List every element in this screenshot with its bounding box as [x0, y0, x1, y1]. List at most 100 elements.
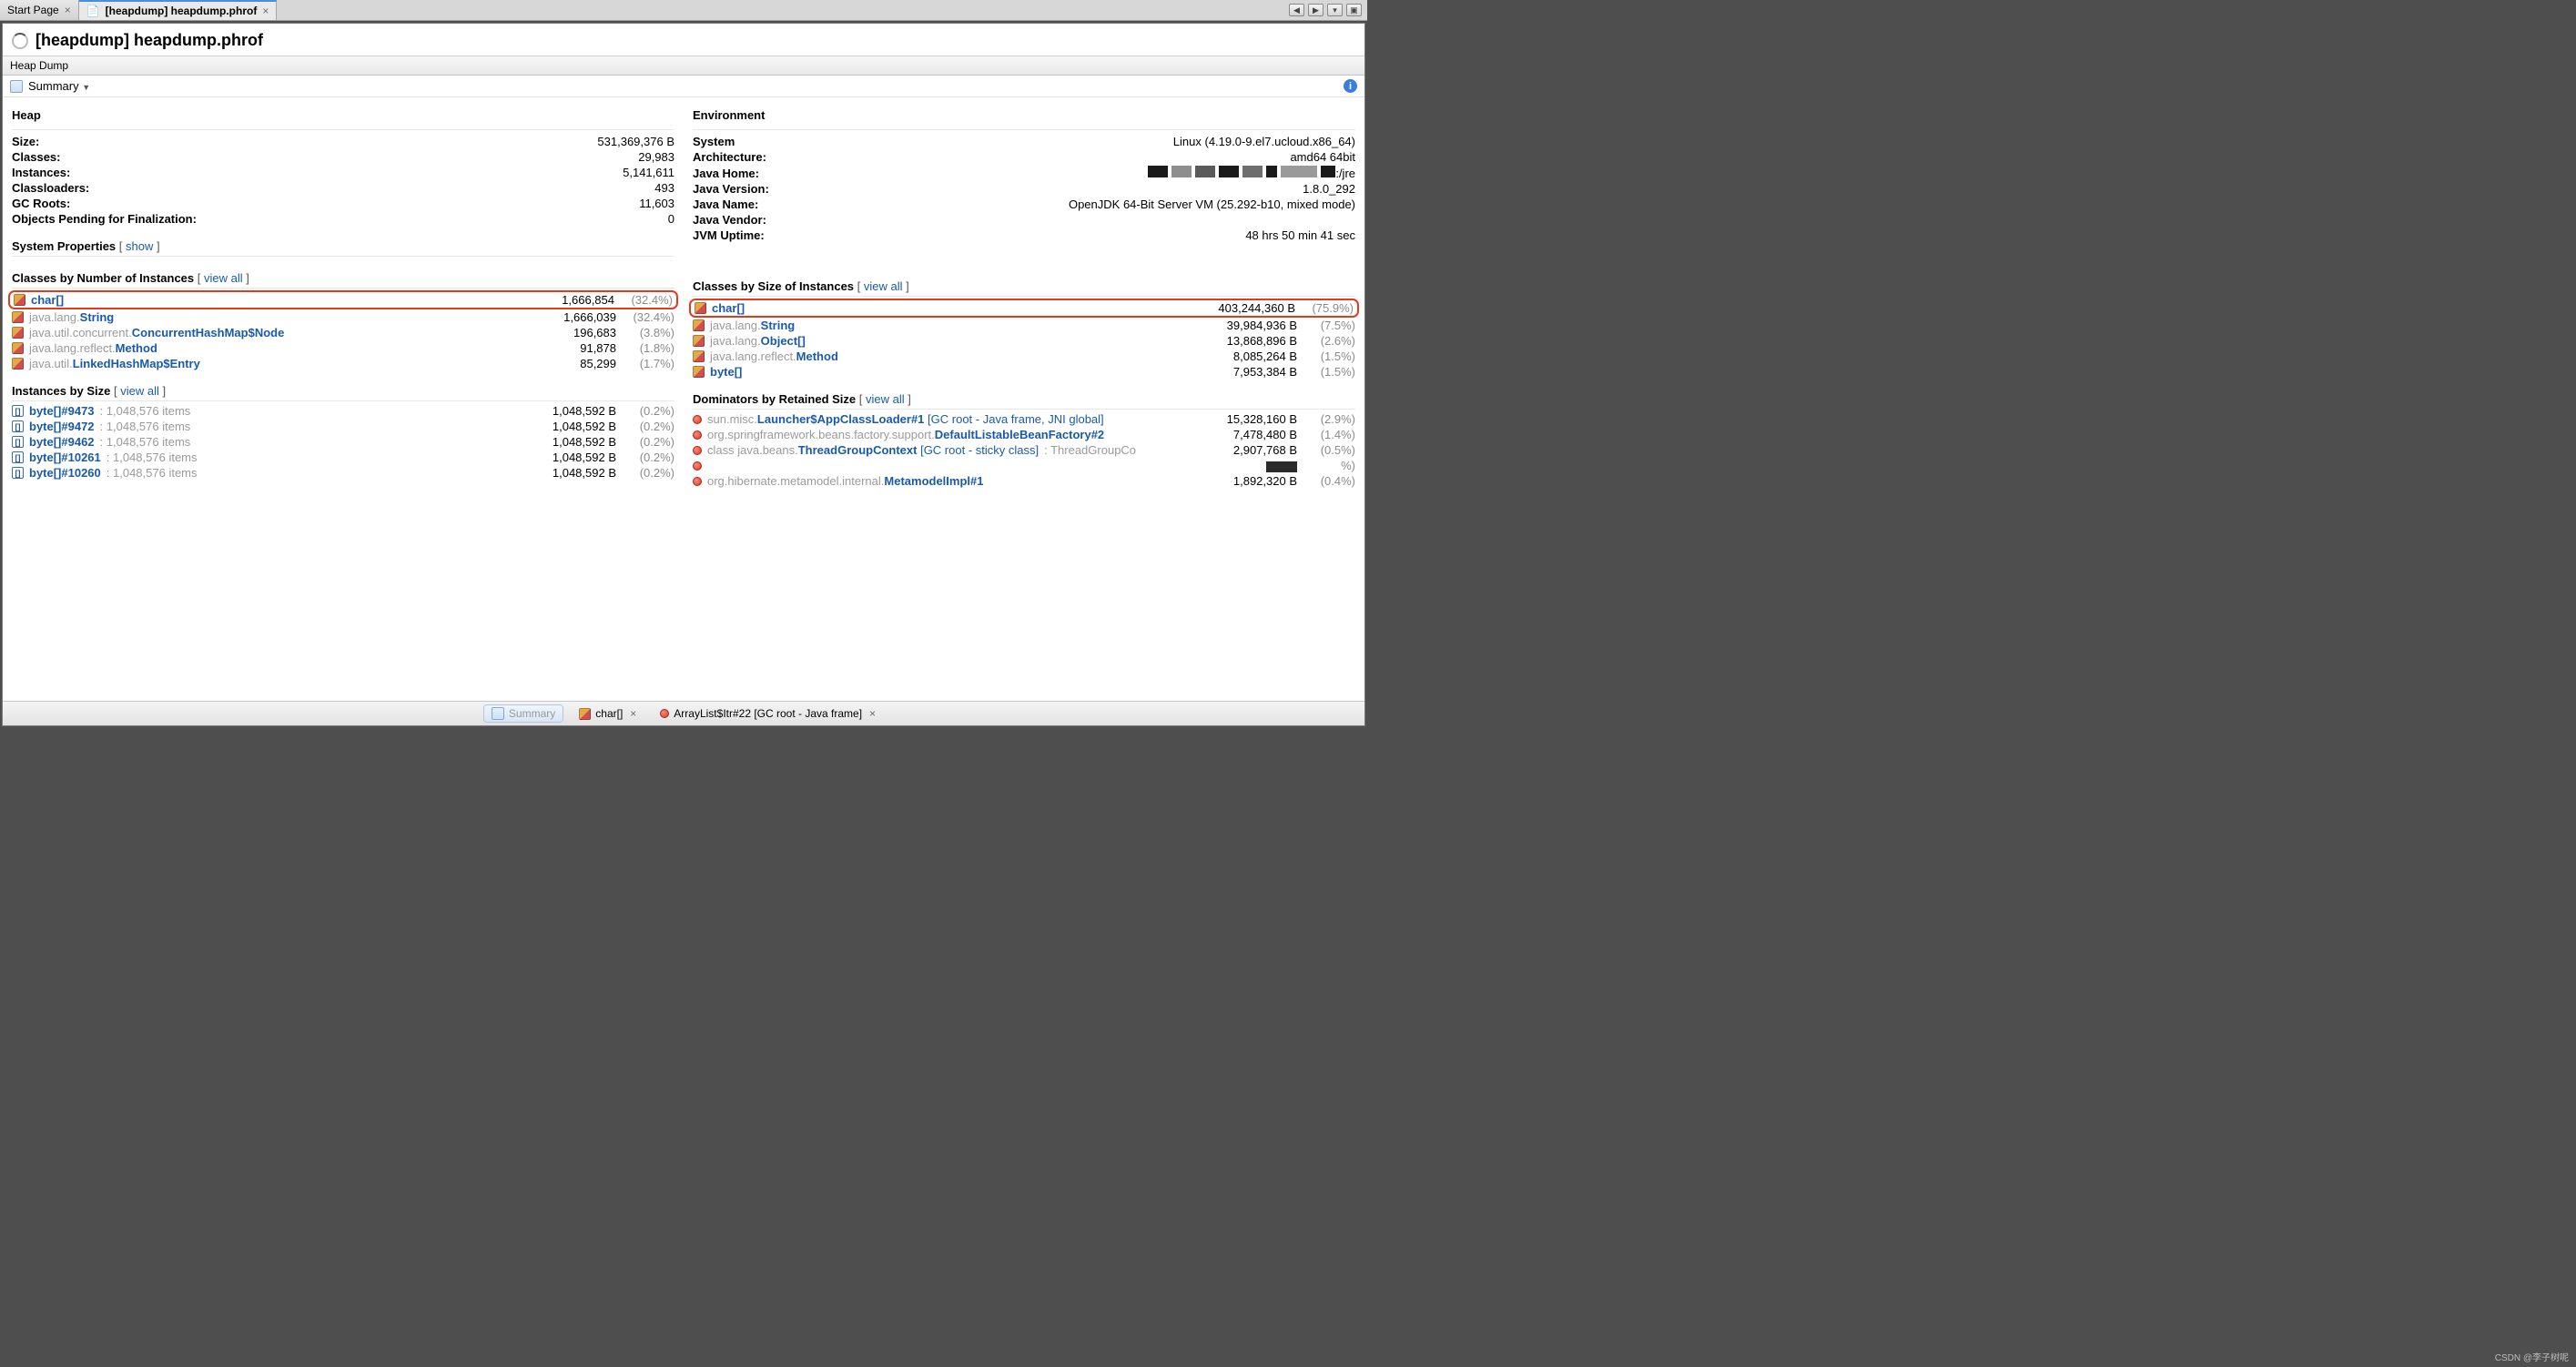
tab-heapdump[interactable]: 📄 [heapdump] heapdump.phrof ×: [79, 0, 278, 20]
list-item[interactable]: java.util.LinkedHashMap$Entry85,299(1.7%…: [12, 356, 674, 371]
class-icon: [579, 708, 591, 720]
class-link[interactable]: byte[]: [710, 365, 742, 379]
close-icon[interactable]: ×: [262, 5, 269, 17]
kv-row: Classes:29,983: [12, 149, 674, 165]
percent-value: (2.6%): [1303, 334, 1355, 348]
class-link[interactable]: java.lang.reflect.Method: [710, 349, 838, 363]
class-link[interactable]: char[]: [712, 301, 745, 315]
class-link[interactable]: java.util.LinkedHashMap$Entry: [29, 357, 200, 370]
info-icon[interactable]: i: [1344, 79, 1357, 93]
close-icon[interactable]: ×: [630, 707, 636, 720]
size-value: 7,478,480 B: [1206, 428, 1297, 441]
list-item[interactable]: org.hibernate.metamodel.internal.Metamod…: [693, 473, 1355, 489]
instance-link[interactable]: byte[]#9473: [29, 404, 95, 418]
list-item[interactable]: java.lang.String1,666,039(32.4%): [12, 309, 674, 325]
view-selector[interactable]: Summary ▼: [28, 79, 90, 93]
page-title: [heapdump] heapdump.phrof: [35, 31, 263, 50]
kv-value: 1.8.0_292: [865, 181, 1355, 197]
list-item[interactable]: char[] 403,244,360 B (75.9%): [689, 299, 1359, 318]
class-link[interactable]: char[]: [31, 293, 64, 307]
list-item[interactable]: class java.beans.ThreadGroupContext [GC …: [693, 442, 1355, 458]
dominator-link[interactable]: sun.misc.Launcher$AppClassLoader#1 [GC r…: [707, 412, 1104, 426]
list-item[interactable]: %): [693, 458, 1355, 473]
list-item[interactable]: byte[]#9462 : 1,048,576 items1,048,592 B…: [12, 434, 674, 450]
bottom-tab-arraylist[interactable]: ArrayList$Itr#22 [GC root - Java frame] …: [652, 704, 884, 723]
dropdown-tabs-button[interactable]: ▾: [1327, 4, 1343, 16]
percent-value: (3.8%): [622, 326, 674, 339]
size-value: 1,892,320 B: [1206, 474, 1297, 488]
kv-label: Objects Pending for Finalization:: [12, 211, 376, 227]
view-all-link[interactable]: view all: [866, 392, 905, 406]
class-link[interactable]: java.lang.reflect.Method: [29, 341, 157, 355]
view-all-link[interactable]: view all: [120, 384, 159, 398]
instance-link[interactable]: byte[]#9462: [29, 435, 95, 449]
kv-row: SystemLinux (4.19.0-9.el7.ucloud.x86_64): [693, 134, 1355, 149]
tab-start-page[interactable]: Start Page ×: [0, 0, 79, 20]
size-value: 1,048,592 B: [525, 435, 616, 449]
subhead-label: Classes by Number of Instances: [12, 271, 194, 285]
object-icon: [693, 415, 702, 424]
java-home-suffix: :/jre: [1335, 167, 1355, 180]
dominators-list: sun.misc.Launcher$AppClassLoader#1 [GC r…: [693, 411, 1355, 489]
dominators-heading: Dominators by Retained Size [ view all ]: [693, 380, 1355, 410]
list-item[interactable]: java.lang.reflect.Method91,878(1.8%): [12, 340, 674, 356]
right-column: Environment SystemLinux (4.19.0-9.el7.uc…: [693, 103, 1355, 701]
instance-link[interactable]: byte[]#9472: [29, 420, 95, 433]
kv-label: Java Vendor:: [693, 212, 865, 228]
list-item[interactable]: java.lang.Object[]13,868,896 B(2.6%): [693, 333, 1355, 349]
percent-value: (1.4%): [1303, 428, 1355, 441]
sysprops-label: System Properties: [12, 239, 116, 253]
percent-value: (75.9%): [1301, 301, 1354, 315]
list-item[interactable]: java.lang.reflect.Method8,085,264 B(1.5%…: [693, 349, 1355, 364]
close-icon[interactable]: ×: [65, 4, 71, 16]
list-item[interactable]: sun.misc.Launcher$AppClassLoader#1 [GC r…: [693, 411, 1355, 427]
kv-value: 531,369,376 B: [376, 134, 674, 149]
size-value: 1,048,592 B: [525, 466, 616, 480]
tab-label: [heapdump] heapdump.phrof: [106, 5, 258, 17]
kv-value: OpenJDK 64-Bit Server VM (25.292-b10, mi…: [865, 197, 1355, 212]
prev-tab-button[interactable]: ◀: [1289, 4, 1304, 16]
list-item[interactable]: byte[]#9473 : 1,048,576 items1,048,592 B…: [12, 403, 674, 419]
object-icon: [693, 446, 702, 455]
list-item[interactable]: char[] 1,666,854 (32.4%): [8, 290, 678, 309]
bottom-tab-summary[interactable]: Summary: [483, 704, 563, 723]
instance-link[interactable]: byte[]#10261: [29, 451, 101, 464]
subhead-label: Dominators by Retained Size: [693, 392, 856, 406]
list-item[interactable]: byte[]7,953,384 B(1.5%): [693, 364, 1355, 380]
editor-subtab[interactable]: Heap Dump: [3, 56, 1364, 76]
dominator-link[interactable]: org.hibernate.metamodel.internal.Metamod…: [707, 474, 983, 488]
kv-row: Java Home: :/jre: [693, 165, 1355, 181]
count-value: 403,244,360 B: [1204, 301, 1295, 315]
maximize-tab-button[interactable]: ▣: [1346, 4, 1362, 16]
classes-by-size-heading: Classes by Size of Instances [ view all …: [693, 267, 1355, 297]
view-all-link[interactable]: view all: [204, 271, 243, 285]
sysprops-show-link[interactable]: show: [126, 239, 153, 253]
list-item[interactable]: java.lang.String39,984,936 B(7.5%): [693, 318, 1355, 333]
percent-value: (32.4%): [620, 293, 673, 307]
list-item[interactable]: byte[]#10260 : 1,048,576 items1,048,592 …: [12, 465, 674, 481]
class-link[interactable]: java.lang.String: [710, 319, 795, 332]
class-link[interactable]: java.lang.String: [29, 310, 114, 324]
class-link[interactable]: java.util.concurrent.ConcurrentHashMap$N…: [29, 326, 284, 339]
dominator-link[interactable]: org.springframework.beans.factory.suppor…: [707, 428, 1104, 441]
instance-link[interactable]: byte[]#10260: [29, 466, 101, 480]
list-item[interactable]: java.util.concurrent.ConcurrentHashMap$N…: [12, 325, 674, 340]
list-item[interactable]: org.springframework.beans.factory.suppor…: [693, 427, 1355, 442]
close-icon[interactable]: ×: [869, 707, 876, 720]
kv-label: GC Roots:: [12, 196, 376, 211]
view-all-link[interactable]: view all: [864, 279, 903, 293]
kv-row: Instances:5,141,611: [12, 165, 674, 180]
count-value: 1,666,854: [523, 293, 614, 307]
size-value: 1,048,592 B: [525, 420, 616, 433]
percent-value: (7.5%): [1303, 319, 1355, 332]
next-tab-button[interactable]: ▶: [1308, 4, 1323, 16]
size-value: 1,048,592 B: [525, 451, 616, 464]
file-icon: 📄: [86, 5, 100, 17]
list-item[interactable]: byte[]#10261 : 1,048,576 items1,048,592 …: [12, 450, 674, 465]
tab-label: Start Page: [7, 4, 59, 16]
list-item[interactable]: byte[]#9472 : 1,048,576 items1,048,592 B…: [12, 419, 674, 434]
kv-row: Architecture:amd64 64bit: [693, 149, 1355, 165]
dominator-link[interactable]: class java.beans.ThreadGroupContext [GC …: [707, 443, 1039, 457]
class-link[interactable]: java.lang.Object[]: [710, 334, 806, 348]
bottom-tab-char[interactable]: char[] ×: [571, 704, 644, 723]
